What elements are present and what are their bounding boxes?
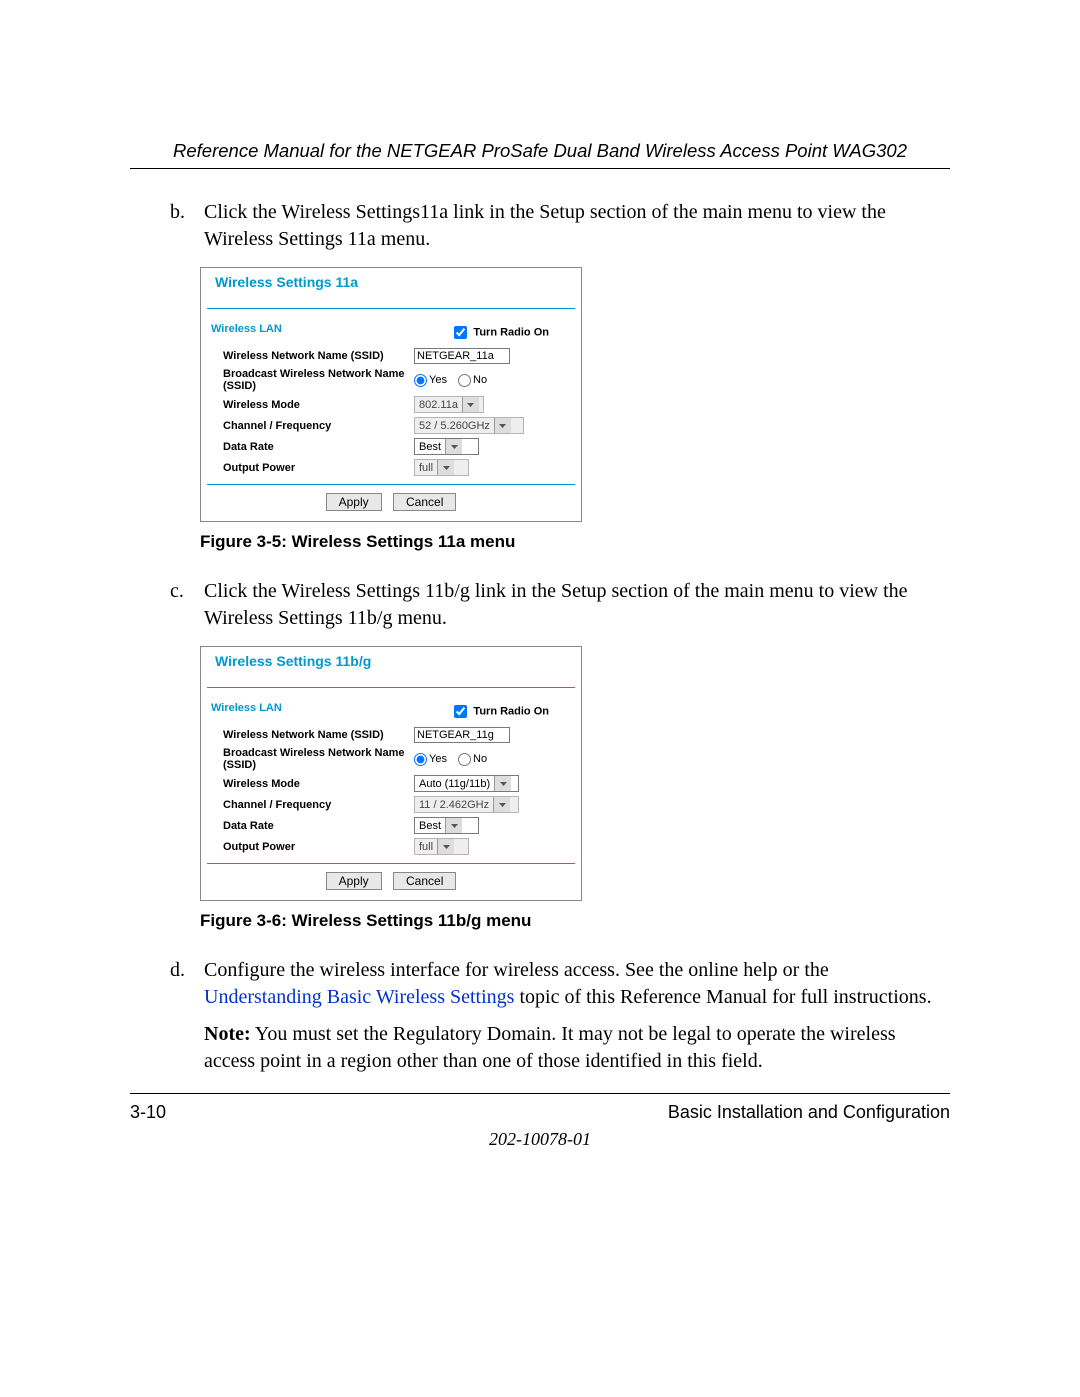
turn-radio-on-11bg: Turn Radio On [450,688,581,721]
channel-value-11a: 52 / 5.260GHz [415,420,494,432]
broadcast-no-label-11bg: No [473,753,487,765]
broadcast-no-11bg[interactable] [458,753,471,766]
button-row-11bg: Apply Cancel [201,864,581,900]
ssid-label-11bg: Wireless Network Name (SSID) [201,725,410,745]
step-d-text-after: topic of this Reference Manual for full … [514,986,931,1008]
button-row-11a: Apply Cancel [201,485,581,521]
manual-page: Reference Manual for the NETGEAR ProSafe… [0,0,1080,1397]
broadcast-yes-11bg[interactable] [414,753,427,766]
broadcast-yes-11a[interactable] [414,374,427,387]
step-d-body: Configure the wireless interface for wir… [204,957,940,1075]
step-b: b. Click the Wireless Settings11a link i… [170,199,940,253]
broadcast-label-11a: Broadcast Wireless Network Name (SSID) [201,366,410,394]
footer-rule [130,1093,950,1094]
rate-select-11bg[interactable]: Best [414,817,479,834]
chevron-down-icon [462,397,479,412]
figure-35-caption: Figure 3-5: Wireless Settings 11a menu [200,532,950,552]
mode-value-11bg: Auto (11g/11b) [415,778,494,790]
chevron-down-icon [445,439,462,454]
turn-radio-checkbox-11a[interactable] [454,326,467,339]
broadcast-label-11bg: Broadcast Wireless Network Name (SSID) [201,745,410,773]
ssid-input-11a[interactable] [414,348,510,364]
power-value-11bg: full [415,841,437,853]
power-select-11a[interactable]: full [414,459,469,476]
channel-select-11a[interactable]: 52 / 5.260GHz [414,417,524,434]
rate-value-11a: Best [415,441,445,453]
rate-value-11bg: Best [415,820,445,832]
footer: 3-10 Basic Installation and Configuratio… [130,1102,950,1123]
step-b-text: Click the Wireless Settings11a link in t… [204,199,940,253]
chevron-down-icon [445,818,462,833]
broadcast-yes-label-11a: Yes [429,374,447,386]
panel-11a-section: Wireless LAN [201,309,282,335]
power-value-11a: full [415,462,437,474]
chevron-down-icon [437,839,454,854]
running-header: Reference Manual for the NETGEAR ProSafe… [130,140,950,162]
step-b-marker: b. [170,199,204,253]
turn-radio-on-11a: Turn Radio On [450,309,581,342]
power-label-11a: Output Power [201,457,410,478]
ssid-input-11bg[interactable] [414,727,510,743]
panel-11bg-section: Wireless LAN [201,688,282,714]
chevron-down-icon [494,776,511,791]
rate-select-11a[interactable]: Best [414,438,479,455]
channel-label-11a: Channel / Frequency [201,415,410,436]
mode-value-11a: 802.11a [415,399,462,411]
panel-11a-title: Wireless Settings 11a [207,268,575,309]
broadcast-no-label-11a: No [473,374,487,386]
channel-select-11bg[interactable]: 11 / 2.462GHz [414,796,519,813]
page-number: 3-10 [130,1102,166,1123]
channel-value-11bg: 11 / 2.462GHz [415,799,493,811]
chapter-name: Basic Installation and Configuration [668,1102,950,1123]
turn-radio-label-11bg: Turn Radio On [473,705,549,717]
power-label-11bg: Output Power [201,836,410,857]
chevron-down-icon [494,418,511,433]
step-d-marker: d. [170,957,204,1075]
panel-11bg-title: Wireless Settings 11b/g [207,647,575,688]
figure-36: Wireless Settings 11b/g Wireless LAN Tur… [200,646,950,901]
step-c-marker: c. [170,578,204,632]
step-c-text: Click the Wireless Settings 11b/g link i… [204,578,940,632]
panel-11bg: Wireless Settings 11b/g Wireless LAN Tur… [200,646,582,901]
mode-label-11a: Wireless Mode [201,394,410,415]
step-d-text-before: Configure the wireless interface for wir… [204,959,829,981]
cancel-button-11bg[interactable]: Cancel [393,872,456,890]
channel-label-11bg: Channel / Frequency [201,794,410,815]
turn-radio-label-11a: Turn Radio On [473,326,549,338]
panel-11a: Wireless Settings 11a Wireless LAN Turn … [200,267,582,522]
apply-button-11a[interactable]: Apply [326,493,382,511]
chevron-down-icon [493,797,510,812]
figure-35: Wireless Settings 11a Wireless LAN Turn … [200,267,950,522]
broadcast-no-11a[interactable] [458,374,471,387]
power-select-11bg[interactable]: full [414,838,469,855]
fields-11a: Wireless Network Name (SSID) Broadcast W… [201,346,581,478]
rate-label-11bg: Data Rate [201,815,410,836]
broadcast-yes-label-11bg: Yes [429,753,447,765]
ssid-label-11a: Wireless Network Name (SSID) [201,346,410,366]
figure-36-caption: Figure 3-6: Wireless Settings 11b/g menu [200,911,950,931]
chevron-down-icon [437,460,454,475]
step-c: c. Click the Wireless Settings 11b/g lin… [170,578,940,632]
step-d: d. Configure the wireless interface for … [170,957,940,1075]
cancel-button-11a[interactable]: Cancel [393,493,456,511]
mode-select-11a[interactable]: 802.11a [414,396,484,413]
apply-button-11bg[interactable]: Apply [326,872,382,890]
mode-select-11bg[interactable]: Auto (11g/11b) [414,775,519,792]
fields-11bg: Wireless Network Name (SSID) Broadcast W… [201,725,581,857]
header-rule [130,168,950,169]
mode-label-11bg: Wireless Mode [201,773,410,794]
note-label: Note: [204,1023,251,1045]
understanding-basic-link[interactable]: Understanding Basic Wireless Settings [204,986,514,1008]
doc-number: 202-10078-01 [130,1129,950,1150]
rate-label-11a: Data Rate [201,436,410,457]
turn-radio-checkbox-11bg[interactable] [454,705,467,718]
note-text: You must set the Regulatory Domain. It m… [204,1023,896,1072]
